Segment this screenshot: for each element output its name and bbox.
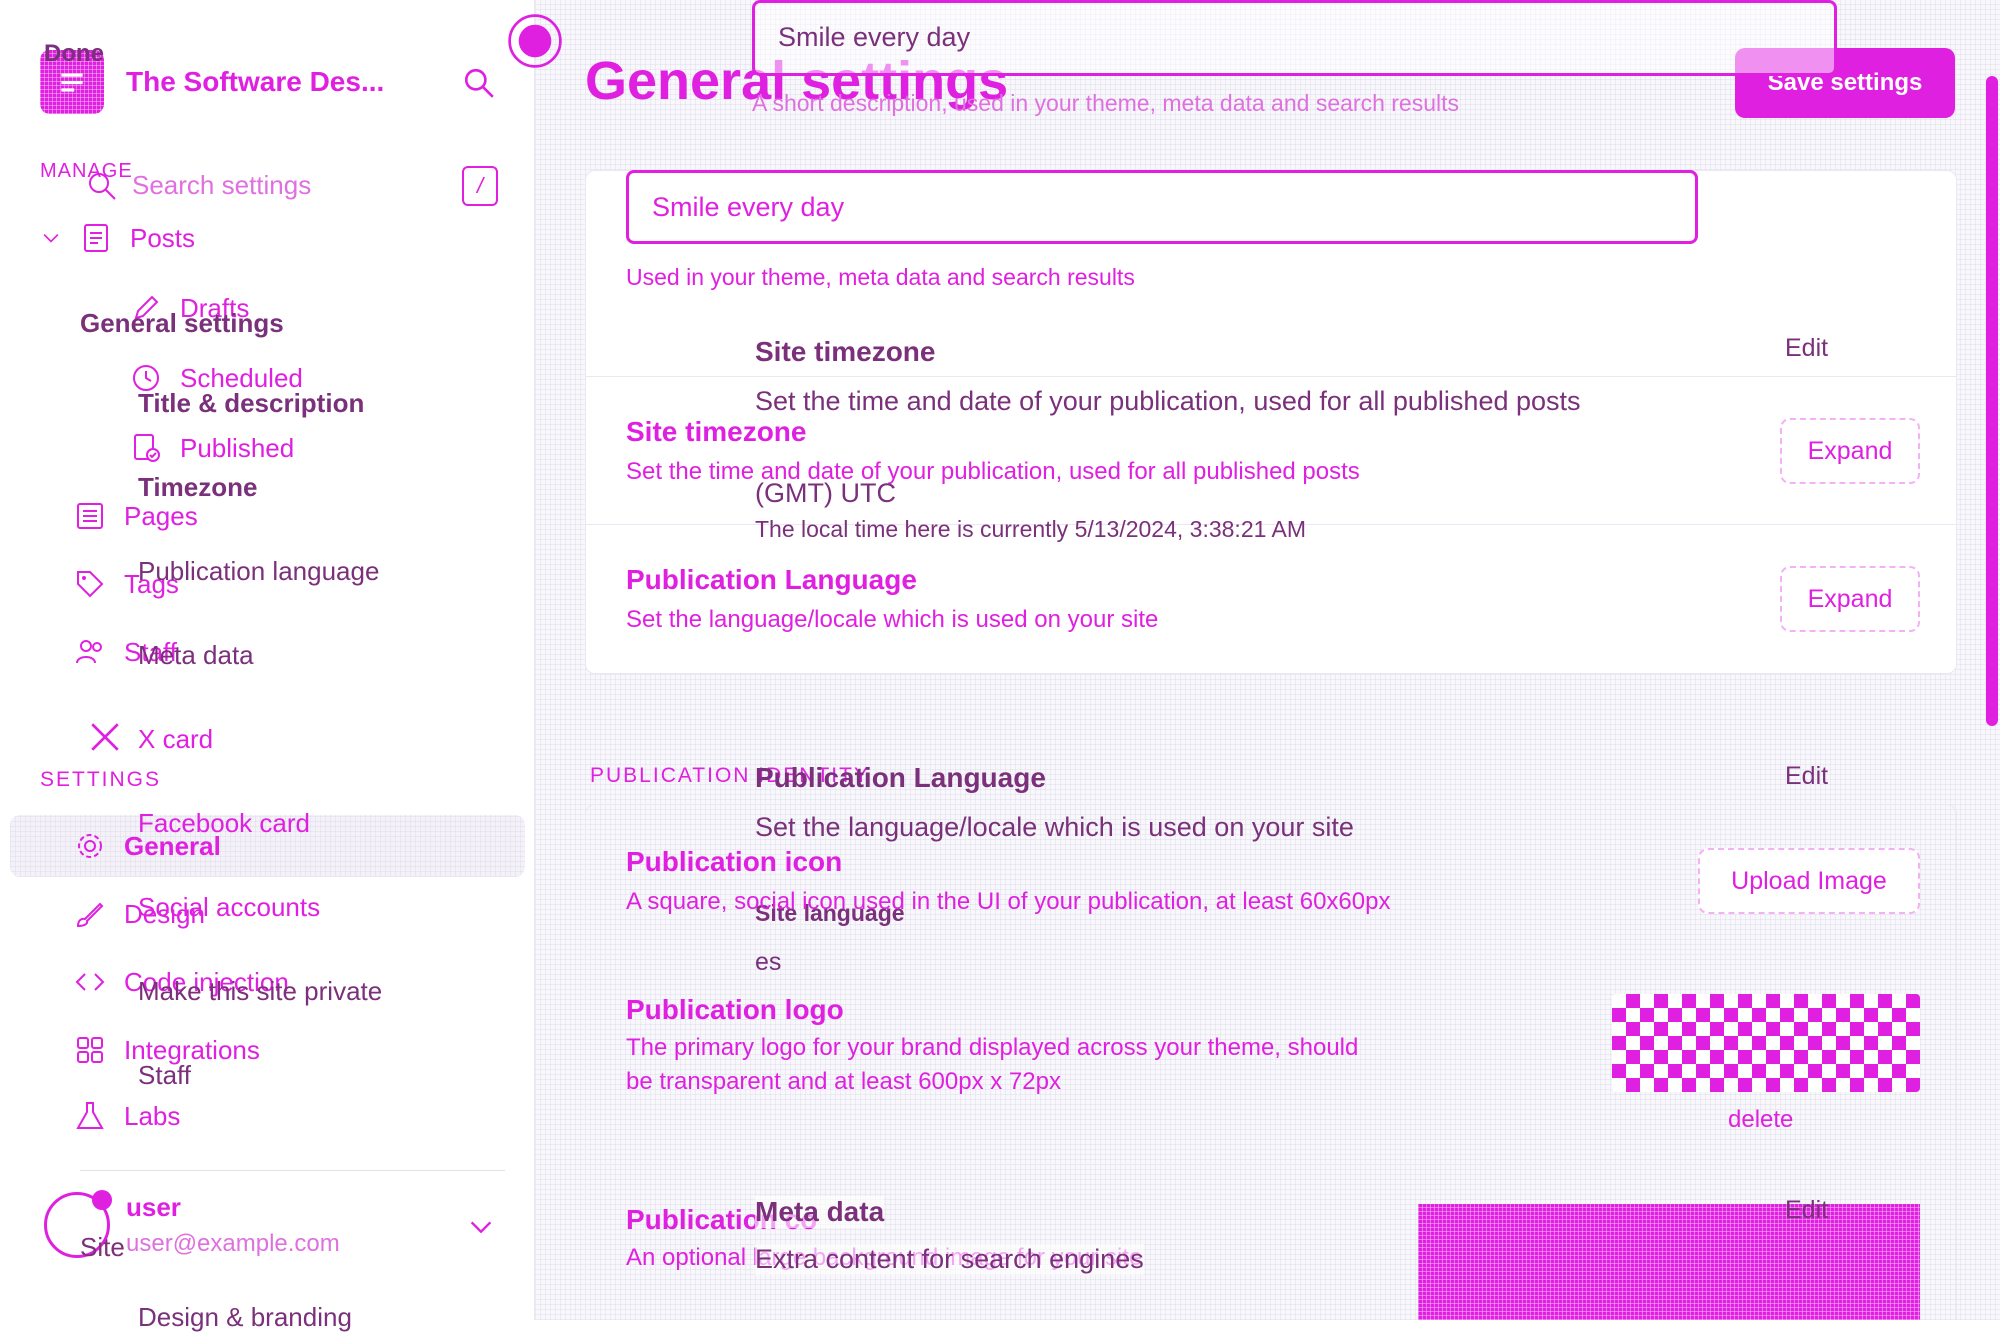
timezone-value[interactable]: (GMT) UTC	[755, 478, 896, 509]
code-icon	[75, 973, 105, 991]
meta-edit-link[interactable]: Edit	[1785, 1196, 1828, 1225]
posts-icon	[84, 224, 108, 252]
logo-delete-link[interactable]: delete	[1728, 1106, 1793, 1134]
brush-icon	[76, 902, 104, 928]
publication-icon-title: Publication icon	[626, 846, 843, 877]
overlay-timezone-desc: Set the time and date of your publicatio…	[755, 386, 1581, 416]
settings-search-input[interactable]: Search settings	[132, 170, 311, 201]
overlay-timezone[interactable]: Timezone	[138, 472, 257, 503]
sidebar-item-label: Pages	[124, 500, 198, 531]
overlay-description-hint: A short description, used in your theme,…	[752, 90, 1459, 116]
integrations-icon	[77, 1037, 103, 1063]
gear-icon	[78, 834, 102, 858]
timezone-expand-button[interactable]: Expand	[1780, 418, 1920, 484]
overlay-staff[interactable]: Staff	[138, 1060, 191, 1091]
divider	[585, 954, 1957, 955]
divider	[585, 376, 1957, 377]
overlay-x-card[interactable]: X card	[138, 724, 213, 755]
search-icon[interactable]	[462, 66, 496, 100]
sidebar-divider	[80, 1170, 505, 1171]
publication-icon-desc: A square, social icon used in the UI of …	[626, 888, 1391, 915]
target-icon	[508, 14, 562, 68]
overlay-social-accounts[interactable]: Social accounts	[138, 892, 320, 923]
publication-logo-desc-2: be transparent and at least 600px x 72px	[626, 1068, 1061, 1095]
sidebar-item-label: Labs	[124, 1100, 181, 1131]
search-shortcut-badge: /	[462, 166, 498, 206]
divider	[585, 1164, 1957, 1165]
overlay-meta-desc: Extra content for search engines	[755, 1244, 1144, 1275]
chevron-down-icon	[43, 233, 59, 243]
menu-icon	[61, 73, 83, 92]
settings-search-icon	[89, 173, 116, 200]
overlay-timezone-title: Site timezone	[755, 336, 936, 367]
language-expand-button[interactable]: Expand	[1780, 566, 1920, 632]
upload-image-button[interactable]: Upload Image	[1698, 848, 1920, 914]
x-logo-icon	[91, 723, 119, 751]
avatar-status-dot	[92, 1190, 112, 1210]
sidebar-item-posts[interactable]: Posts	[40, 222, 195, 254]
publication-logo-title: Publication logo	[626, 994, 844, 1025]
timezone-edit-link[interactable]: Edit	[1785, 334, 1828, 363]
tag-icon	[77, 571, 104, 598]
logo-preview[interactable]	[1612, 994, 1920, 1092]
language-edit-link[interactable]: Edit	[1785, 762, 1828, 791]
overlay-description-value: Smile every day	[778, 22, 971, 52]
overlay-title-description[interactable]: Title & description	[138, 388, 364, 419]
cover-image-preview[interactable]	[1418, 1204, 1920, 1320]
scrollbar-track[interactable]	[1986, 76, 1998, 726]
timezone-desc: Set the time and date of your publicatio…	[626, 458, 1360, 485]
language-title: Publication Language	[626, 564, 917, 595]
overlay-general-settings: General settings	[80, 308, 284, 338]
user-name: user	[126, 1192, 181, 1222]
user-email: user@example.com	[126, 1230, 340, 1257]
published-icon	[134, 434, 160, 462]
sidebar-item-labs[interactable]: Labs	[74, 1100, 180, 1132]
language-desc: Set the language/locale which is used on…	[626, 606, 1159, 633]
sidebar-item-pages[interactable]: Pages	[74, 500, 198, 532]
timezone-title: Site timezone	[626, 416, 807, 447]
settings-label: SETTINGS	[40, 768, 162, 791]
overlay-publication-language[interactable]: Publication language	[138, 556, 379, 587]
overlay-meta-title: Meta data	[755, 1196, 885, 1228]
publication-logo-desc: The primary logo for your brand displaye…	[626, 1034, 1359, 1061]
overlay-facebook-card[interactable]: Facebook card	[138, 808, 310, 839]
description-hint: Used in your theme, meta data and search…	[626, 264, 1135, 290]
overlay-design-branding[interactable]: Design & branding	[138, 1302, 352, 1333]
sidebar-item-label: Posts	[130, 222, 196, 253]
chevron-down-icon[interactable]	[466, 1212, 496, 1242]
staff-icon	[76, 640, 102, 664]
overlay-language-title: Publication Language	[755, 762, 1046, 793]
done-link[interactable]: Done	[44, 40, 104, 68]
workspace-name[interactable]: The Software Des...	[126, 66, 384, 98]
sidebar-item-published[interactable]: Published	[130, 432, 294, 464]
overlay-meta-data[interactable]: Meta data	[138, 640, 254, 671]
description-value: Smile every day	[652, 192, 845, 222]
sidebar: Done The Software Des... MANAGE Search s…	[0, 0, 535, 1320]
flask-icon	[76, 1102, 104, 1129]
pages-icon	[77, 503, 103, 529]
overlay-make-private[interactable]: Make this site private	[138, 976, 382, 1007]
overlay-site-label: Site	[80, 1232, 125, 1262]
sidebar-item-label: Published	[180, 432, 295, 463]
timezone-local-time: The local time here is currently 5/13/20…	[755, 516, 1307, 542]
